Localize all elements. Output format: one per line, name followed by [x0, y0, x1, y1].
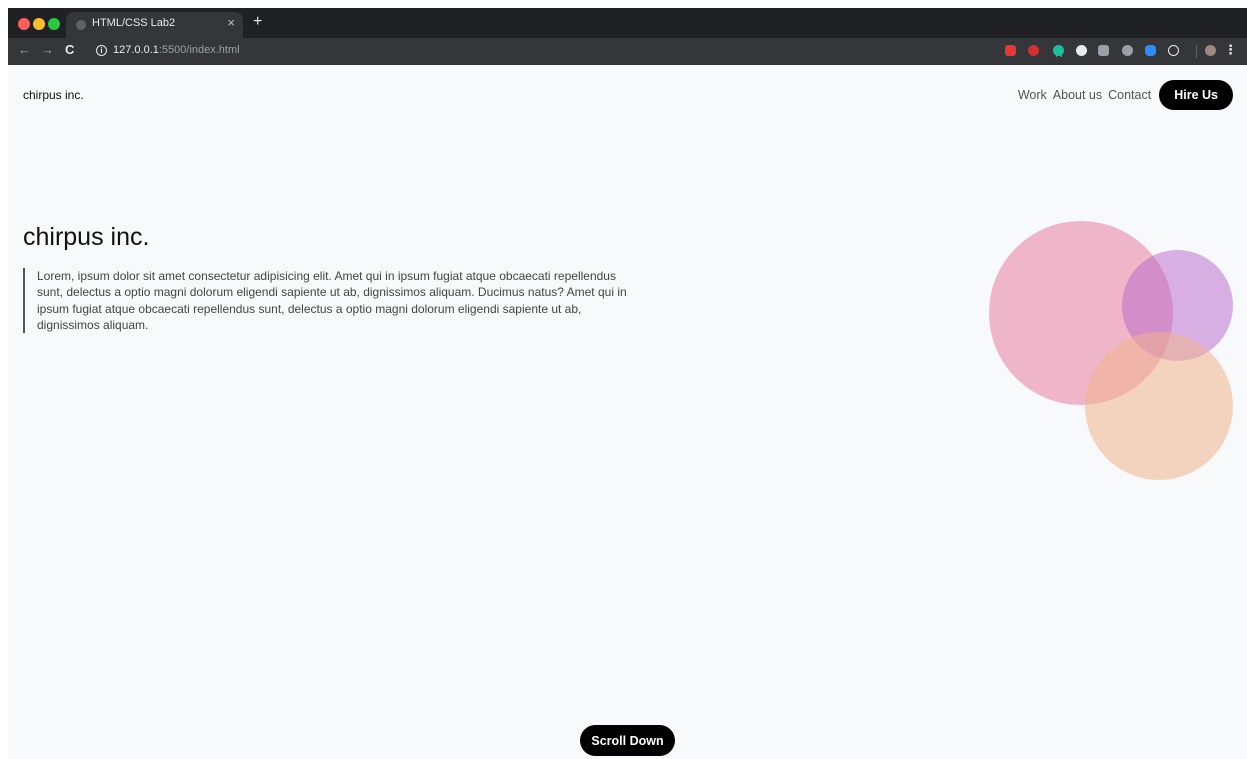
- circle-ext-icon[interactable]: [1076, 45, 1087, 56]
- close-tab-icon[interactable]: ×: [227, 15, 235, 30]
- close-window-button[interactable]: [18, 18, 30, 30]
- url-path: :5500/index.html: [158, 44, 240, 56]
- hero-title: chirpus inc.: [23, 223, 150, 251]
- minimize-window-button[interactable]: [33, 18, 45, 30]
- decorative-circles: [983, 215, 1247, 485]
- url-text[interactable]: 127.0.0.1:5500/index.html: [113, 44, 240, 56]
- avatar-icon[interactable]: [1205, 45, 1216, 56]
- new-tab-button[interactable]: +: [253, 13, 262, 31]
- url-host: 127.0.0.1: [113, 44, 159, 56]
- toolbar-divider: [1196, 45, 1197, 58]
- nav-link-about[interactable]: About us: [1053, 88, 1102, 102]
- chat-ext-icon[interactable]: [1122, 45, 1133, 56]
- forward-arrow-icon[interactable]: →: [41, 42, 54, 57]
- tab-title: HTML/CSS Lab2: [92, 17, 176, 29]
- stop-ext-icon[interactable]: [1028, 45, 1039, 56]
- tab-strip: HTML/CSS Lab2 × +: [8, 8, 1247, 38]
- hire-us-button[interactable]: Hire Us: [1159, 80, 1233, 110]
- back-arrow-icon[interactable]: ←: [18, 42, 31, 57]
- address-bar[interactable]: i 127.0.0.1:5500/index.html ☆: [88, 41, 1128, 62]
- info-icon[interactable]: i: [96, 45, 107, 56]
- zoom-ext-icon[interactable]: [1145, 45, 1156, 56]
- main-nav: Work About us Contact Hire Us: [1018, 80, 1233, 110]
- reload-icon[interactable]: C: [65, 42, 74, 57]
- maximize-window-button[interactable]: [48, 18, 60, 30]
- brand-logo[interactable]: chirpus inc.: [23, 88, 84, 102]
- browser-toolbar: ← → C i 127.0.0.1:5500/index.html ☆ ⋮: [8, 38, 1247, 65]
- react-ext-icon[interactable]: [1168, 45, 1179, 56]
- nav-link-contact[interactable]: Contact: [1108, 88, 1151, 102]
- globe-icon: [76, 20, 86, 30]
- more-menu-icon[interactable]: ⋮: [1224, 42, 1237, 58]
- peach-circle: [1085, 332, 1233, 480]
- shield-ext-icon[interactable]: [1005, 45, 1016, 56]
- scroll-down-button[interactable]: Scroll Down: [580, 725, 675, 756]
- k-ext-icon[interactable]: [1098, 45, 1109, 56]
- grammarly-ext-icon[interactable]: [1053, 45, 1064, 56]
- nav-link-work[interactable]: Work: [1018, 88, 1047, 102]
- page-viewport: chirpus inc. Work About us Contact Hire …: [8, 65, 1247, 759]
- hero-text: Lorem, ipsum dolor sit amet consectetur …: [23, 268, 633, 334]
- browser-window: HTML/CSS Lab2 × + ← → C i 127.0.0.1:5500…: [0, 0, 1247, 759]
- browser-tab[interactable]: HTML/CSS Lab2 ×: [66, 12, 243, 38]
